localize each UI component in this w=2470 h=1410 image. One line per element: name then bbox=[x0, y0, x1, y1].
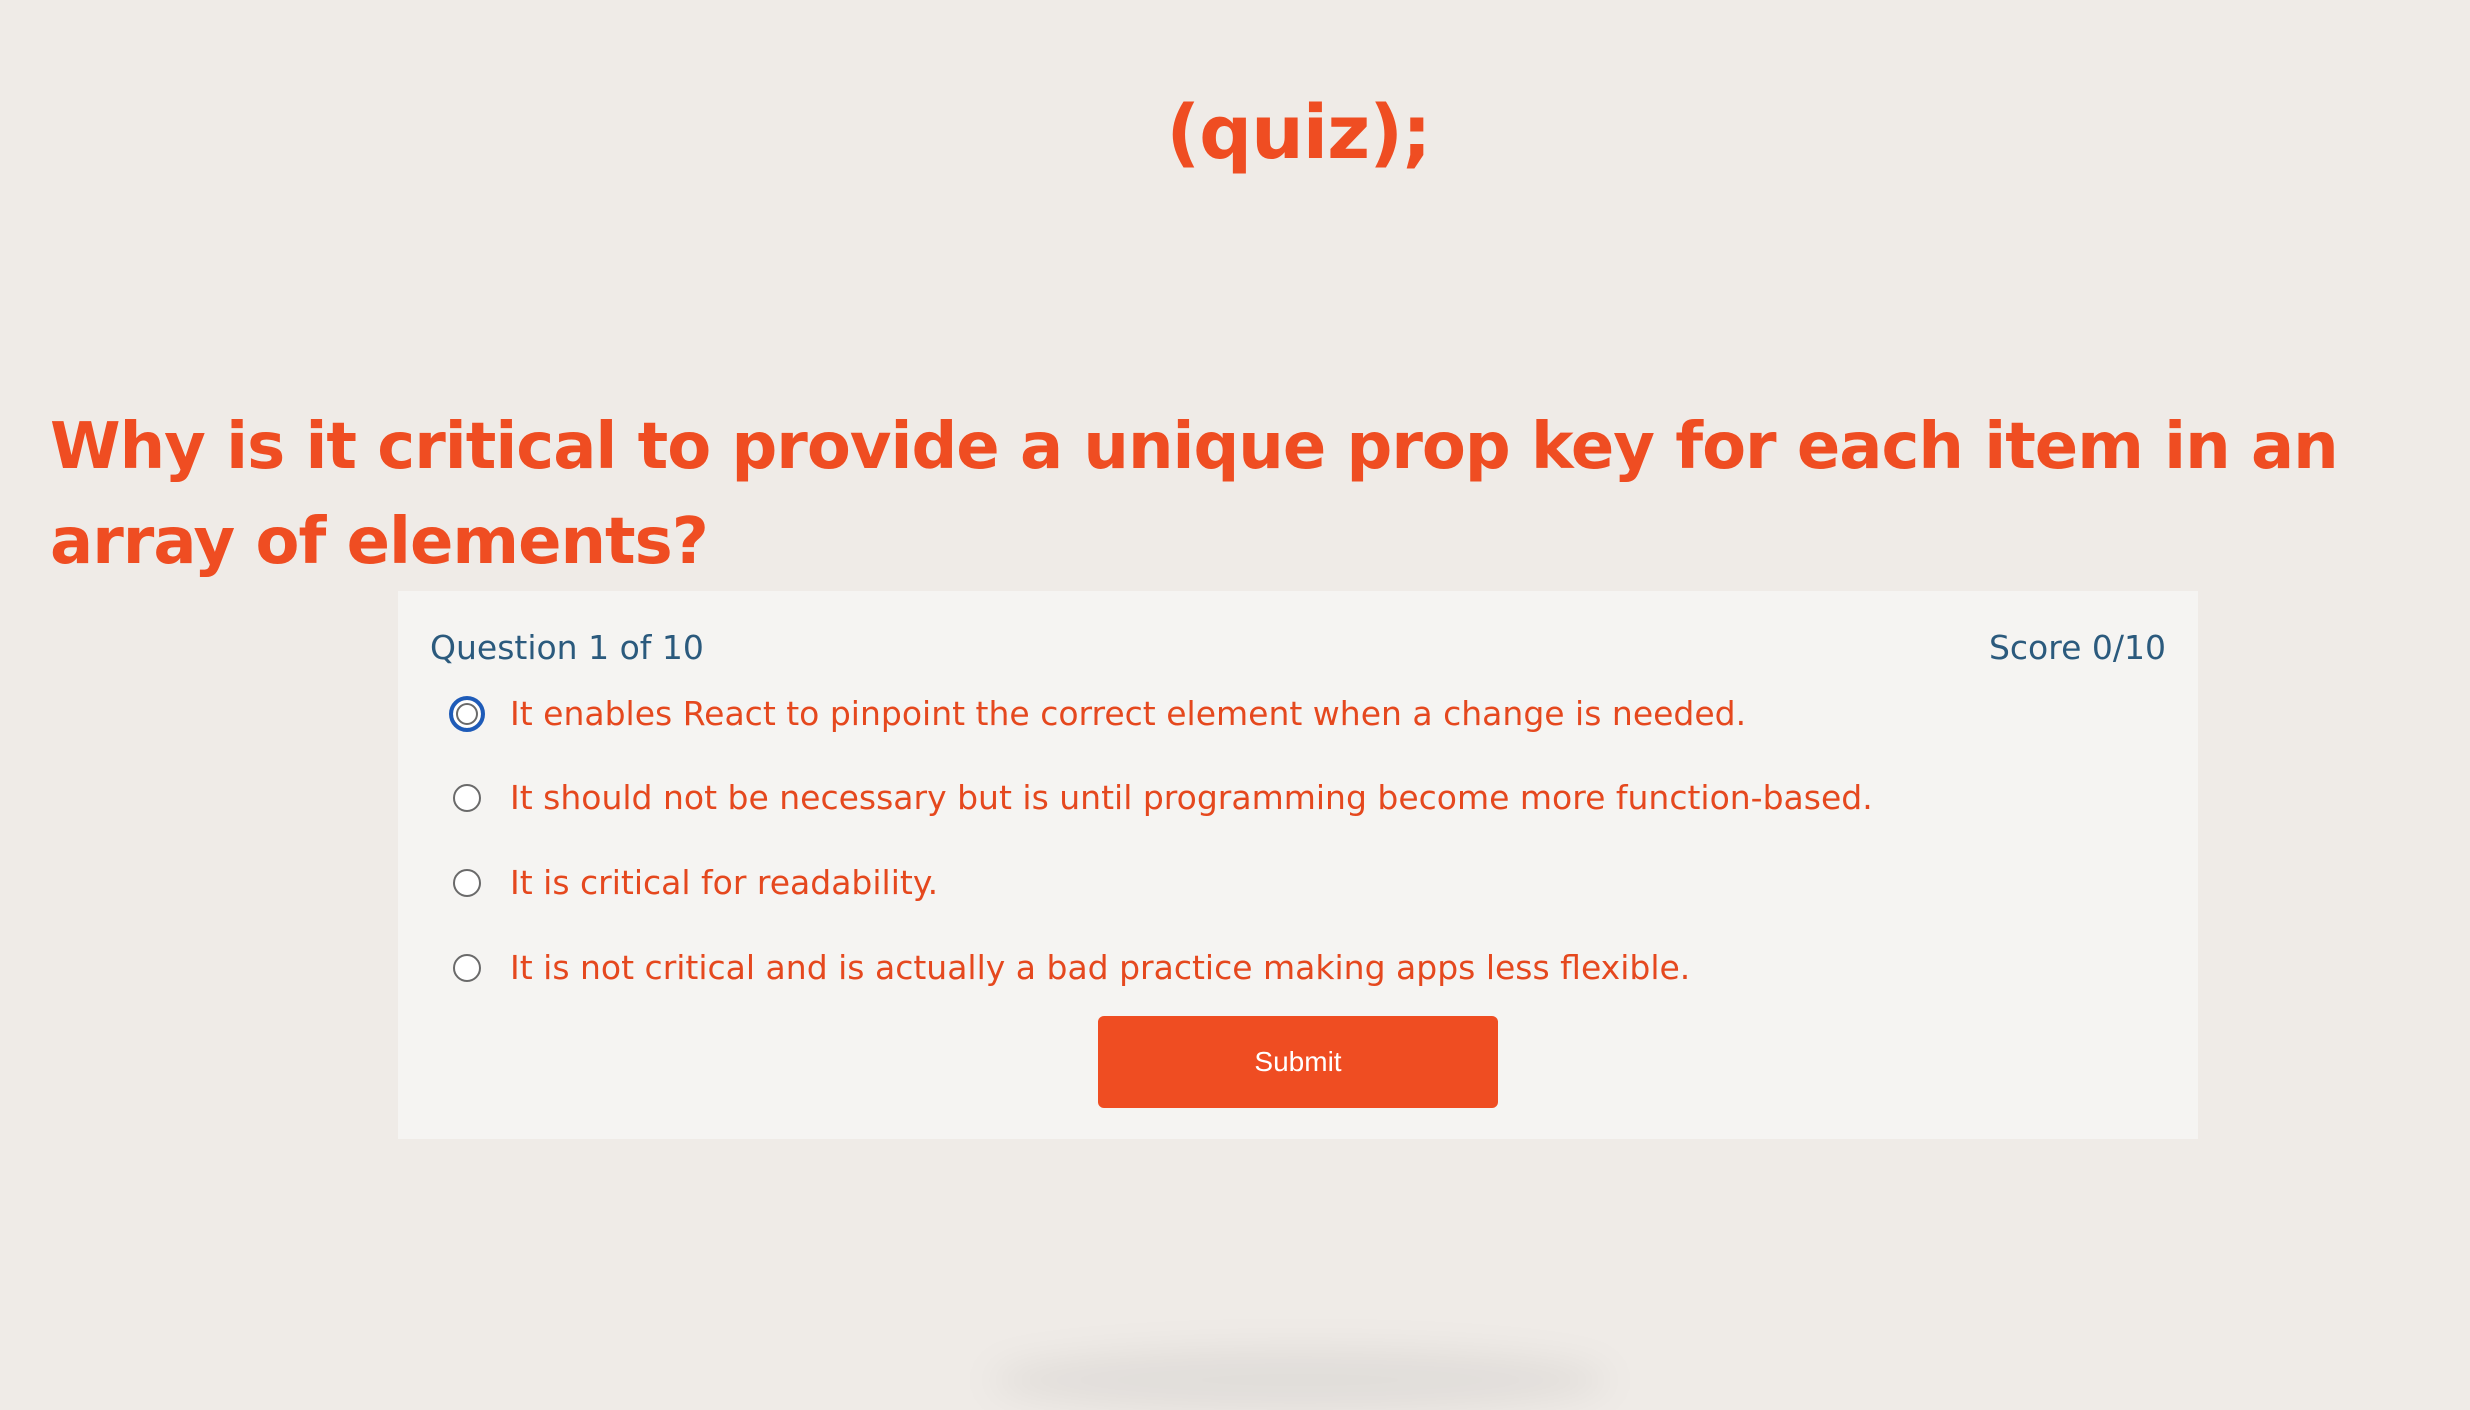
answer-label: It is not critical and is actually a bad… bbox=[510, 948, 1691, 987]
answer-option-2[interactable]: It should not be necessary but is until … bbox=[453, 778, 1873, 818]
radio-button[interactable] bbox=[449, 695, 485, 732]
app-logo: (quiz); bbox=[1166, 90, 1431, 176]
radio-button[interactable] bbox=[453, 953, 481, 982]
bottom-shadow bbox=[990, 1350, 1610, 1410]
answer-label: It is critical for readability. bbox=[510, 863, 939, 902]
answer-option-4[interactable]: It is not critical and is actually a bad… bbox=[453, 948, 1690, 988]
question-counter: Question 1 of 10 bbox=[430, 628, 704, 667]
answer-option-3[interactable]: It is critical for readability. bbox=[453, 863, 938, 903]
question-heading: Why is it critical to provide a unique p… bbox=[50, 410, 2339, 579]
quiz-card: Question 1 of 10 Score 0/10 It enables R… bbox=[398, 591, 2198, 1139]
radio-button[interactable] bbox=[453, 868, 481, 897]
radio-button[interactable] bbox=[453, 783, 481, 812]
submit-button[interactable]: Submit bbox=[1098, 1016, 1498, 1108]
score-display: Score 0/10 bbox=[1988, 628, 2166, 667]
answer-option-1[interactable]: It enables React to pinpoint the correct… bbox=[449, 694, 1747, 734]
answer-label: It enables React to pinpoint the correct… bbox=[510, 694, 1747, 733]
answer-label: It should not be necessary but is until … bbox=[510, 778, 1873, 817]
